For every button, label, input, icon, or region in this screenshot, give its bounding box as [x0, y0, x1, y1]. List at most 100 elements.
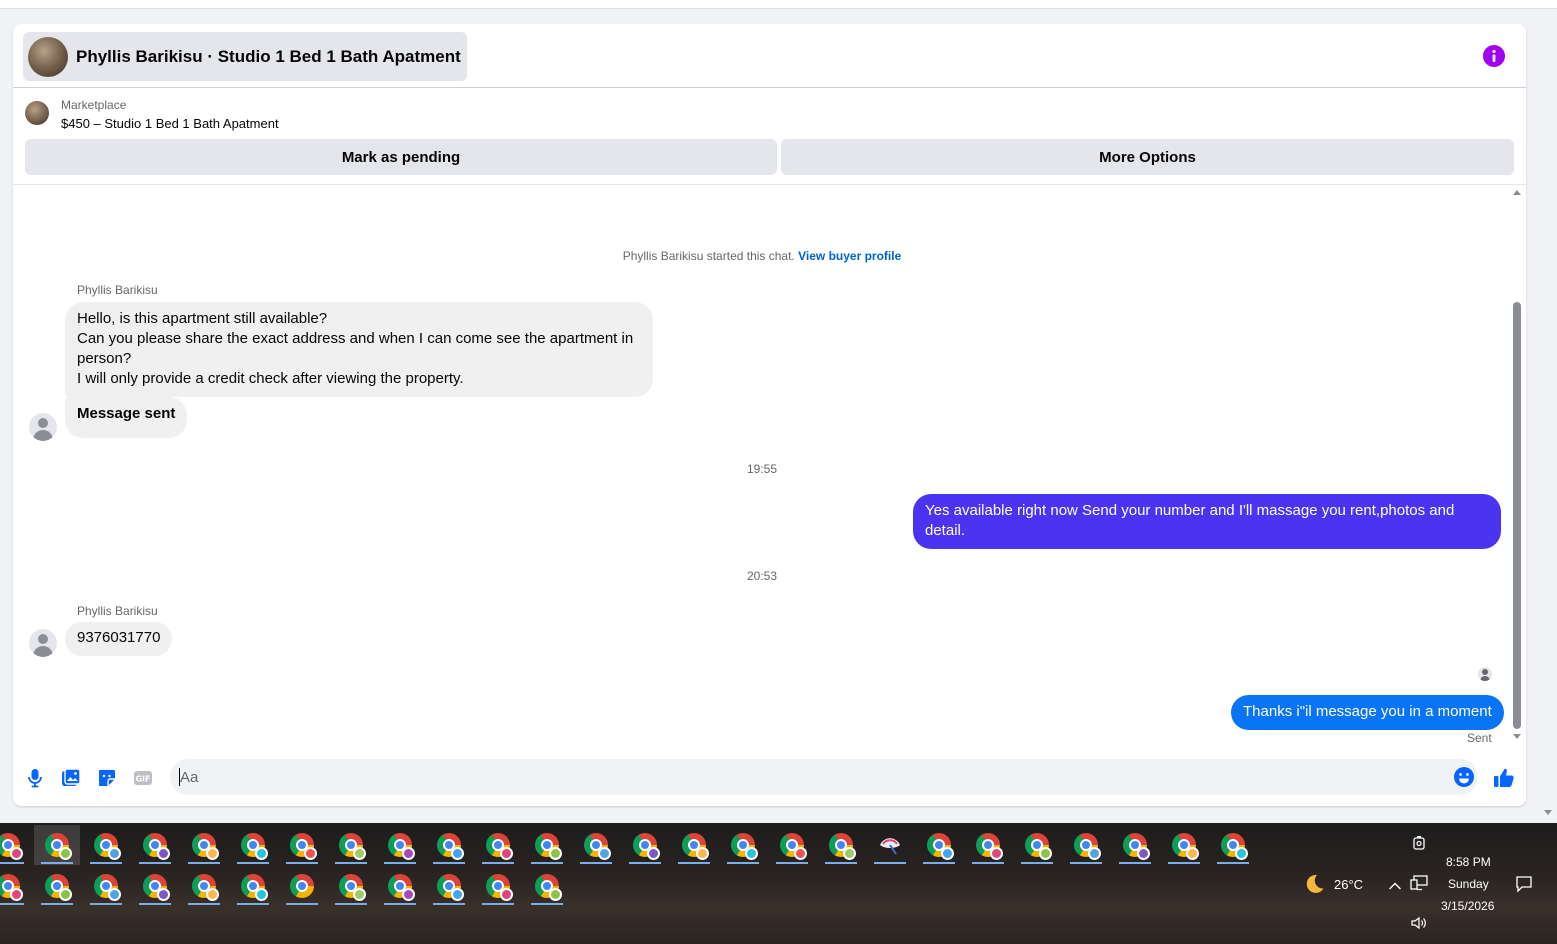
thread-scrollbar[interactable] — [1510, 186, 1524, 752]
scrollbar-thumb[interactable] — [1513, 302, 1521, 729]
thumbs-up-icon[interactable] — [1492, 766, 1516, 790]
chrome-profile-icon[interactable] — [1210, 825, 1256, 865]
weather-temperature[interactable]: 26°C — [1334, 877, 1363, 892]
outgoing-message[interactable]: Yes available right now Send your number… — [913, 494, 1501, 549]
scroll-down-arrow-icon[interactable] — [1513, 734, 1521, 739]
running-indicator — [139, 862, 171, 864]
camera-icon[interactable] — [1412, 835, 1426, 856]
chrome-profile-icon[interactable] — [377, 825, 423, 865]
info-icon[interactable] — [1483, 45, 1505, 67]
incoming-message[interactable]: 9376031770 — [65, 622, 173, 656]
profile-badge-icon — [206, 847, 219, 860]
chrome-profile-icon[interactable] — [475, 825, 521, 865]
sticker-icon[interactable] — [96, 767, 118, 789]
running-indicator — [1119, 862, 1151, 864]
running-indicator — [433, 903, 465, 905]
chrome-logo-icon — [192, 833, 219, 860]
network-icon[interactable] — [1410, 875, 1428, 896]
emoji-icon[interactable] — [1453, 766, 1475, 788]
chrome-logo-icon — [94, 874, 121, 901]
chrome-profile-icon[interactable] — [1063, 825, 1109, 865]
clock-day[interactable]: Sunday — [1448, 877, 1489, 891]
chrome-profile-icon[interactable] — [83, 825, 129, 865]
app-icon[interactable] — [867, 825, 913, 865]
profile-badge-icon — [59, 847, 72, 860]
chrome-profile-icon[interactable] — [181, 866, 227, 906]
more-options-button[interactable]: More Options — [781, 139, 1514, 175]
chrome-profile-icon[interactable] — [34, 825, 80, 865]
chrome-profile-icon[interactable] — [916, 825, 962, 865]
chrome-profile-icon[interactable] — [1014, 825, 1060, 865]
volume-icon[interactable] — [1410, 915, 1428, 936]
chrome-logo-icon — [290, 874, 314, 898]
chrome-icon[interactable] — [279, 866, 325, 906]
running-indicator — [335, 903, 367, 905]
clock-date[interactable]: 3/15/2026 — [1441, 899, 1494, 913]
profile-badge-icon — [745, 847, 758, 860]
clock-time[interactable]: 8:58 PM — [1446, 855, 1491, 869]
view-buyer-profile-link[interactable]: View buyer profile — [798, 249, 901, 263]
running-indicator — [482, 903, 514, 905]
chrome-profile-icon[interactable] — [83, 866, 129, 906]
chrome-logo-icon — [731, 833, 758, 860]
incoming-message[interactable]: Message sent — [65, 397, 188, 438]
chrome-profile-icon[interactable] — [426, 866, 472, 906]
chrome-profile-icon[interactable] — [132, 825, 178, 865]
running-indicator — [531, 862, 563, 864]
profile-badge-icon — [794, 847, 807, 860]
chrome-logo-icon — [1221, 833, 1248, 860]
chrome-logo-icon — [927, 833, 954, 860]
profile-badge-icon — [451, 888, 464, 901]
conversation-title-button[interactable]: Phyllis Barikisu · Studio 1 Bed 1 Bath A… — [23, 32, 467, 81]
chrome-profile-icon[interactable] — [769, 825, 815, 865]
page-scroll-down-arrow-icon[interactable] — [1544, 810, 1552, 815]
chrome-profile-icon[interactable] — [965, 825, 1011, 865]
chrome-profile-icon[interactable] — [279, 825, 325, 865]
chevron-up-icon[interactable] — [1388, 878, 1402, 896]
chrome-profile-icon[interactable] — [524, 825, 570, 865]
chrome-profile-icon[interactable] — [34, 866, 80, 906]
mark-as-pending-button[interactable]: Mark as pending — [25, 139, 777, 175]
chrome-profile-icon[interactable] — [818, 825, 864, 865]
chrome-profile-icon[interactable] — [0, 825, 31, 865]
outgoing-message[interactable]: Thanks i"il message you in a moment — [1231, 695, 1504, 730]
chrome-profile-icon[interactable] — [230, 825, 276, 865]
gif-icon[interactable]: GIF — [132, 767, 154, 789]
chrome-profile-icon[interactable] — [1161, 825, 1207, 865]
incoming-message[interactable]: Hello, is this apartment still available… — [65, 302, 653, 397]
chrome-profile-icon[interactable] — [671, 825, 717, 865]
notification-icon[interactable] — [1515, 875, 1533, 898]
running-indicator — [776, 862, 808, 864]
chrome-profile-icon[interactable] — [181, 825, 227, 865]
chrome-profile-icon[interactable] — [230, 866, 276, 906]
chrome-profile-icon[interactable] — [524, 866, 570, 906]
chrome-profile-icon[interactable] — [328, 825, 374, 865]
moon-icon[interactable] — [1302, 872, 1326, 901]
chrome-profile-icon[interactable] — [622, 825, 668, 865]
chrome-logo-icon — [437, 833, 464, 860]
chrome-profile-icon[interactable] — [573, 825, 619, 865]
chrome-profile-icon[interactable] — [132, 866, 178, 906]
buyer-avatar[interactable] — [29, 629, 57, 657]
chrome-logo-icon — [1123, 833, 1150, 860]
listing-title[interactable]: $450 – Studio 1 Bed 1 Bath Apatment — [61, 116, 279, 131]
chrome-profile-icon[interactable] — [1112, 825, 1158, 865]
chrome-profile-icon[interactable] — [328, 866, 374, 906]
chat-panel: Phyllis Barikisu · Studio 1 Bed 1 Bath A… — [13, 24, 1526, 806]
message-composer: GIF Aa — [13, 752, 1526, 806]
listing-thumbnail[interactable] — [25, 101, 49, 125]
running-indicator — [237, 903, 269, 905]
photo-icon[interactable] — [60, 767, 82, 789]
microphone-icon[interactable] — [24, 767, 46, 789]
chrome-profile-icon[interactable] — [426, 825, 472, 865]
chrome-profile-icon[interactable] — [720, 825, 766, 865]
message-status: Sent — [1467, 731, 1492, 745]
buyer-avatar[interactable] — [29, 413, 57, 441]
chrome-profile-icon[interactable] — [0, 866, 31, 906]
chrome-logo-icon — [339, 874, 366, 901]
chrome-profile-icon[interactable] — [475, 866, 521, 906]
message-input[interactable]: Aa — [170, 759, 1478, 795]
scroll-up-arrow-icon[interactable] — [1513, 190, 1521, 195]
chrome-logo-icon — [0, 833, 23, 860]
chrome-profile-icon[interactable] — [377, 866, 423, 906]
